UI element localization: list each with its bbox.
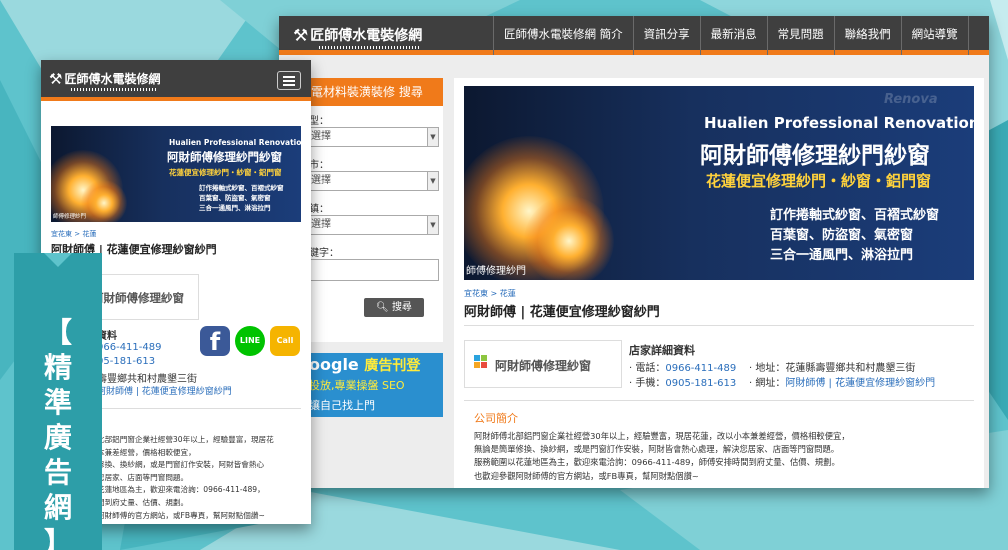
main-nav: 匠師傅水電裝修網 簡介 資訊分享 最新消息 常見問題 聯絡我們 網站導覽	[493, 16, 969, 55]
logo-ruler	[71, 88, 159, 91]
banner-english: Hualien Professional Renovation	[704, 114, 974, 132]
google-ad-banner[interactable]: oogle 廣告刊登 投放,專業操盤 SEO 讓自己找上門	[307, 353, 443, 417]
town-label: 鎮：	[309, 204, 329, 215]
store-name: 阿財師傅修理紗窗	[495, 359, 592, 373]
banner-title: 阿財師傅修理紗門紗窗	[700, 143, 930, 169]
banner-watermark: 師傅修理紗門	[53, 214, 87, 220]
mobile-site-logo[interactable]: ⚒ 匠師傅水電裝修網	[49, 69, 161, 91]
ribbon-text: 【 精 準 廣 告 網 】	[44, 316, 73, 550]
ad-line3: 讓自己找上門	[309, 399, 375, 412]
store-name: 阿財師傅修理紗窗	[92, 291, 184, 305]
breadcrumb[interactable]: 宜花東 > 花蓮	[51, 229, 96, 239]
banner-line: 百葉窗、防盜窗、氣密窗	[770, 228, 914, 243]
keyword-label: 鍵字：	[309, 248, 339, 259]
website-link[interactable]: 阿財師傅 | 花蓮便宜修理紗窗紗門	[97, 384, 232, 397]
website-link[interactable]: 阿財師傅 | 花蓮便宜修理紗窗紗門	[785, 378, 935, 389]
about-text: 北部鋁門窗企業社經營30年以上，經驗豐富，現居花 本兼差經營，價格相較便宜， 修…	[97, 435, 274, 520]
banner-subtitle: 花蓮便宜修理紗門・紗窗・鋁門窗	[706, 172, 932, 190]
search-button[interactable]: 🔍︎ 搜尋	[364, 298, 424, 317]
call-icon[interactable]: Call	[270, 326, 300, 356]
nav-contact[interactable]: 聯絡我們	[833, 16, 901, 55]
desktop-header: ⚒ 匠師傅水電裝修網 匠師傅水電裝修網 簡介 資訊分享 最新消息 常見問題 聯絡我…	[279, 16, 989, 55]
banner-title: 阿財師傅修理紗門紗窗	[167, 150, 282, 164]
search-panel-header: 電材料裝潢裝修 搜尋	[307, 78, 443, 106]
wrench-icon: ⚒	[293, 26, 309, 46]
nav-info[interactable]: 資訊分享	[632, 16, 700, 55]
brand-ribbon: 【 精 準 廣 告 網 】	[14, 253, 102, 550]
listing-content: Renova Hualien Professional Renovation 阿…	[454, 78, 984, 488]
banner-english: Hualien Professional Renovation	[169, 138, 301, 147]
divider	[464, 400, 974, 401]
mobile-link[interactable]: 05-181-613	[97, 356, 155, 367]
phone-link[interactable]: 0966-411-489	[665, 363, 736, 374]
nav-sitemap[interactable]: 網站導覽	[900, 16, 969, 55]
menu-icon[interactable]	[277, 71, 301, 90]
address-row: · 地址：花蓮縣壽豐鄉共和村農墾三街	[749, 363, 916, 374]
ad-line1: oogle 廣告刊登	[309, 355, 421, 374]
breadcrumb[interactable]: 宜花東 > 花蓮	[464, 288, 516, 299]
town-select[interactable]: 選擇 ▼	[307, 215, 439, 235]
chevron-down-icon: ▼	[427, 128, 438, 146]
type-label: 型：	[309, 116, 329, 127]
store-logo: 阿財師傅修理紗窗	[464, 340, 622, 388]
site-logo[interactable]: ⚒ 匠師傅水電裝修網	[293, 25, 423, 49]
address-text: 壽豐鄉共和村農墾三街	[97, 374, 197, 385]
chevron-down-icon: ▼	[427, 172, 438, 190]
spark-glow	[524, 196, 614, 280]
desktop-screenshot: ⚒ 匠師傅水電裝修網 匠師傅水電裝修網 簡介 資訊分享 最新消息 常見問題 聯絡我…	[279, 16, 989, 488]
logo-ruler	[319, 46, 421, 49]
banner-corner: Renova	[884, 92, 938, 107]
divider	[464, 325, 974, 326]
nav-news[interactable]: 最新消息	[699, 16, 767, 55]
banner-line: 百葉窗、防盜窗、氣密窗	[199, 194, 271, 202]
nav-about[interactable]: 匠師傅水電裝修網 簡介	[493, 16, 633, 55]
page-title: 阿財師傅 | 花蓮便宜修理紗窗紗門	[464, 305, 660, 320]
banner-watermark: 師傅修理紗門	[466, 266, 526, 277]
city-label: 市：	[309, 160, 329, 171]
banner-line: 三合一通風門、淋浴拉門	[199, 204, 271, 212]
city-select[interactable]: 選擇 ▼	[307, 171, 439, 191]
mobile-link[interactable]: 0905-181-613	[665, 378, 736, 389]
banner-line: 三合一通風門、淋浴拉門	[770, 248, 914, 263]
phone-row: · 電話：0966-411-489	[629, 363, 737, 374]
search-panel: 電材料裝潢裝修 搜尋 型： 選擇 ▼ 市： 選擇 ▼ 鎮： 選擇 ▼ 鍵字： 🔍︎ 搜…	[307, 78, 443, 342]
about-text: 阿財師傅北部鋁門窗企業社經營30年以上，經驗豐富，現居花蓮，改以小本兼差經營，價…	[474, 431, 850, 481]
chevron-down-icon: ▼	[427, 216, 438, 234]
wrench-icon: ⚒	[49, 70, 63, 88]
facebook-icon[interactable]: f	[200, 326, 230, 356]
hero-banner: Renova Hualien Professional Renovation 阿…	[464, 86, 974, 280]
contact-heading: 店家詳細資料	[629, 344, 695, 357]
mobile-header: ⚒ 匠師傅水電裝修網	[41, 60, 311, 101]
spark-glow	[81, 180, 127, 222]
banner-line: 訂作捲軸式紗窗、百褶式紗窗	[199, 184, 284, 192]
nav-faq[interactable]: 常見問題	[766, 16, 834, 55]
ad-line2: 投放,專業操盤 SEO	[309, 379, 405, 392]
website-row: · 網址：阿財師傅 | 花蓮便宜修理紗窗紗門	[749, 378, 936, 389]
about-heading: 公司簡介	[474, 412, 518, 425]
banner-subtitle: 花蓮便宜修理紗門・紗窗・鋁門窗	[169, 168, 282, 177]
type-select[interactable]: 選擇 ▼	[307, 127, 439, 147]
mobile-hero-banner: Hualien Professional Renovation 阿財師傅修理紗門…	[51, 126, 301, 222]
line-icon[interactable]: LINE	[235, 326, 265, 356]
phone-link[interactable]: 966-411-489	[97, 342, 161, 353]
site-logo-text: 匠師傅水電裝修網	[310, 28, 423, 44]
search-icon: 🔍︎	[376, 302, 389, 313]
banner-line: 訂作捲軸式紗窗、百褶式紗窗	[770, 208, 940, 223]
ribbon-notch	[44, 253, 72, 267]
keyword-input[interactable]	[307, 259, 439, 281]
mobile-row: · 手機：0905-181-613	[629, 378, 737, 389]
site-logo-text: 匠師傅水電裝修網	[64, 72, 161, 86]
